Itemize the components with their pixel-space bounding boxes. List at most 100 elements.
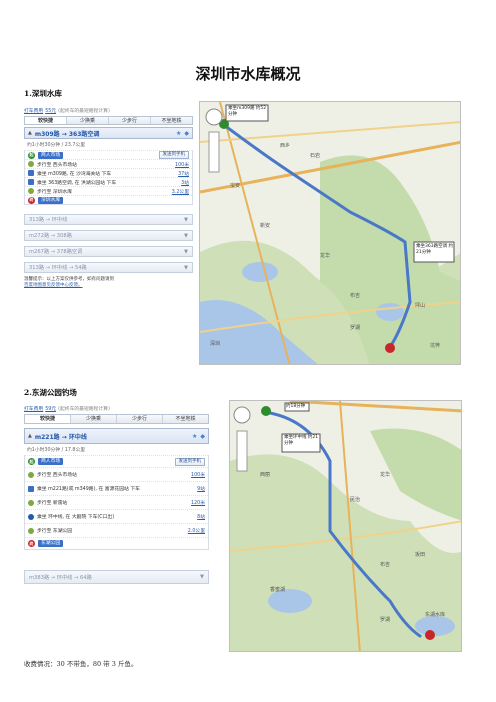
place-label: 香蜜湖 (270, 587, 286, 593)
map-1-canvas (200, 102, 460, 364)
step-text: 乘坐 m309路, 在 沙湾海关站 下车 (37, 171, 112, 177)
feedback-link[interactable]: 百度地图意见反馈中心反馈。 (24, 283, 193, 289)
step-distance[interactable]: 2.0公里 (187, 527, 205, 534)
collapse-icon[interactable]: ▲ (28, 130, 32, 136)
route-summary: 约1小时30分钟 / 23.7公里 (27, 143, 86, 148)
step-distance[interactable]: 3.2公里 (171, 188, 189, 195)
route-name: m309路 → 363路空调 (34, 130, 100, 138)
walk-icon (28, 499, 34, 506)
start-marker-icon: 起 (28, 458, 35, 465)
map-callout: 乘坐环中线 约21分钟 (284, 435, 319, 446)
place-label: 西丽 (260, 472, 271, 478)
share-icon[interactable]: ◆ (184, 130, 189, 137)
step-distance[interactable]: 120米 (187, 499, 205, 506)
tab-less-walk[interactable]: 少步行 (109, 117, 151, 124)
route-tabs: 较快捷 少换乘 少步行 不坐地铁 (24, 414, 209, 424)
end-marker-icon: 终 (28, 196, 35, 204)
map-1[interactable]: 乘坐m309路 约52分钟 乘坐363路空调 约21分钟 西乡 新安 宝安 石岩… (199, 101, 461, 365)
start-marker-icon: 起 (28, 151, 35, 159)
section-heading-2: 2.东湖公园钓场 (24, 388, 77, 397)
walk-icon (28, 527, 34, 534)
bus-icon (28, 170, 34, 176)
send-to-phone-button[interactable]: 发送到手机 (174, 457, 205, 466)
step-text: 步行至 西头市场站 (37, 162, 77, 168)
section-heading-1: 1.深圳水库 (24, 89, 62, 98)
tab-less-walk[interactable]: 少步行 (117, 415, 163, 423)
step-row: 步行至 西头市场站 100米 (25, 467, 208, 481)
bus-icon (28, 485, 34, 492)
start-place[interactable]: 商人市场 (38, 458, 64, 465)
step-row: 乘坐 m309路, 在 沙湾海关站 下车 37站 (25, 168, 192, 177)
tab-fastest[interactable]: 较快捷 (25, 117, 67, 124)
place-label: 新安 (260, 223, 271, 229)
start-row: 起 商人市场 发送到手机 (25, 455, 208, 467)
end-row: 终 东湖公园 (25, 537, 208, 549)
end-row: 终 深圳水库 (25, 195, 192, 204)
place-label: 宝安 (230, 183, 241, 189)
place-label: 西乡 (280, 143, 291, 149)
route-tabs: 较快捷 少换乘 少步行 不坐地铁 (24, 116, 193, 125)
collapse-icon[interactable]: ▲ (28, 433, 32, 439)
tab-fastest[interactable]: 较快捷 (25, 415, 71, 423)
tab-less-transfer[interactable]: 少换乘 (71, 415, 117, 423)
walk-icon (28, 471, 34, 478)
step-text: 步行至 西头市场站 (37, 473, 77, 478)
step-distance[interactable]: 100米 (187, 471, 205, 478)
alt-route[interactable]: m267路 → 378路空调 ▼ (24, 246, 193, 257)
place-label: 坂田 (415, 552, 426, 558)
step-distance[interactable]: 8站 (187, 513, 205, 520)
end-place[interactable]: 深圳水库 (38, 196, 64, 204)
fare-note: (起终车的最短路程计算) (58, 109, 110, 114)
route-name: m221路 → 环中线 (34, 433, 87, 441)
map-callout: 乘坐363路空调 约21分钟 (416, 244, 454, 255)
place-label: 罗湖 (380, 617, 391, 623)
step-row: 步行至 新雷站 120米 (25, 495, 208, 509)
end-place[interactable]: 东湖公园 (38, 540, 64, 547)
route-header[interactable]: ▲ m309路 → 363路空调 ★ ◆ (24, 127, 193, 139)
fare-link[interactable]: 打车费用 (24, 107, 43, 114)
send-to-phone-button[interactable]: 发送到手机 (158, 151, 189, 159)
step-row: 步行至 东湖公园 2.0公里 (25, 523, 208, 537)
step-text: 乘坐 环中线, 在 大剧院 下车(C口出) (37, 515, 115, 520)
alt-route[interactable]: m383路 → 环中线 → 64路 ▼ (24, 570, 209, 584)
alt-route[interactable]: 313路 → 环中线 → 54路 ▼ (24, 262, 193, 273)
step-distance[interactable]: 3站 (171, 179, 189, 186)
alt-route[interactable]: 313路 → 环中线 ▼ (24, 214, 193, 225)
fare-value[interactable]: 55元 (45, 107, 56, 114)
route-steps: 起 商人市场 发送到手机 步行至 西头市场站 100米 乘坐 m309路, 在 … (24, 150, 193, 205)
fare-note: (起终车的最短路程计算) (58, 407, 110, 412)
place-label: 布吉 (350, 293, 361, 299)
favorite-star-icon[interactable]: ★ (192, 433, 197, 440)
place-label: 坑梓 (430, 343, 441, 349)
metro-icon (28, 513, 34, 520)
step-text: 步行至 深圳水库 (37, 189, 73, 195)
tab-no-subway[interactable]: 不坐地铁 (151, 117, 192, 124)
walk-icon (28, 161, 34, 167)
fare-link[interactable]: 打车费用 (24, 405, 43, 412)
route-panel-2: 打车费用 59元 (起终车的最短路程计算) 较快捷 少换乘 少步行 不坐地铁 ▲… (24, 405, 209, 584)
footnote: 温馨提示：以上方案仅供参考，如有问题请到 百度地图意见反馈中心反馈。 (24, 277, 193, 289)
map-2[interactable]: 约18分钟 乘坐环中线 约21分钟 西丽 龙华 民治 坂田 布吉 香蜜湖 罗湖 … (229, 400, 462, 652)
tab-less-transfer[interactable]: 少换乘 (67, 117, 109, 124)
alt-route[interactable]: m272路 → 308路 ▼ (24, 230, 193, 241)
step-row: 乘坐 363路空调, 在 洪湖公园站 下车 3站 (25, 177, 192, 186)
step-distance[interactable]: 9站 (187, 485, 205, 492)
place-label: 民治 (350, 497, 361, 503)
step-distance[interactable]: 100米 (171, 161, 189, 168)
place-label: 石岩 (310, 153, 321, 159)
route-header[interactable]: ▲ m221路 → 环中线 ★ ◆ (24, 428, 209, 444)
map-callout: 乘坐m309路 约52分钟 (228, 106, 267, 117)
step-row: 步行至 西头市场站 100米 (25, 159, 192, 168)
step-text: 步行至 东湖公园 (37, 529, 73, 534)
fare-line: 打车费用 59元 (起终车的最短路程计算) (24, 405, 209, 412)
step-row: 步行至 深圳水库 3.2公里 (25, 186, 192, 195)
step-distance[interactable]: 37站 (171, 170, 189, 177)
favorite-star-icon[interactable]: ★ (176, 130, 181, 137)
tab-no-subway[interactable]: 不坐地铁 (163, 415, 208, 423)
fare-value[interactable]: 59元 (45, 405, 56, 412)
place-label: 坪山 (415, 303, 426, 309)
place-label: 龙华 (380, 472, 391, 478)
start-place[interactable]: 商人市场 (38, 151, 64, 159)
place-label: 深圳 (210, 341, 221, 347)
share-icon[interactable]: ◆ (200, 433, 205, 440)
